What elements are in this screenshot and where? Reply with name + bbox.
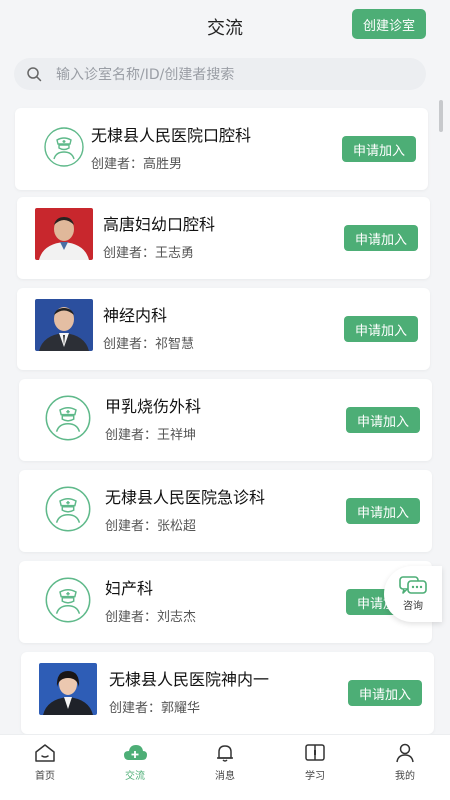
list-item[interactable]: 甲乳烧伤外科 创建者：王祥坤 申请加入 <box>19 379 432 461</box>
join-button[interactable]: 申请加入 <box>348 680 422 706</box>
header: 交流 创建诊室 <box>0 0 450 52</box>
creator-name: 刘志杰 <box>157 610 197 625</box>
tab-label: 交流 <box>125 771 145 782</box>
search-placeholder: 输入诊室名称/ID/创建者搜索 <box>56 67 235 83</box>
creator-name: 郭耀华 <box>161 701 201 716</box>
room-name: 妇产科 <box>105 579 154 598</box>
creator-prefix: 创建者： <box>105 610 158 625</box>
bottom-nav: 首页 交流 消息 学习 我的 <box>0 734 450 800</box>
room-creator: 创建者：王志勇 <box>103 242 194 261</box>
user-icon <box>396 743 414 763</box>
doctor-icon <box>35 121 93 173</box>
creator-prefix: 创建者： <box>103 337 156 352</box>
tab-label: 学习 <box>305 771 325 782</box>
search-input[interactable]: 输入诊室名称/ID/创建者搜索 <box>14 58 426 90</box>
list-item[interactable]: 妇产科 创建者：刘志杰 申请加入 <box>19 561 432 643</box>
tab-home[interactable]: 首页 <box>0 735 90 800</box>
tab-label: 首页 <box>35 771 55 782</box>
room-list[interactable]: 无棣县人民医院口腔科 创建者：高胜男 申请加入 高唐妇幼口腔科 创建者：王志勇 … <box>0 98 450 734</box>
create-room-button[interactable]: 创建诊室 <box>352 9 426 39</box>
room-name: 甲乳烧伤外科 <box>105 397 202 416</box>
creator-name: 高胜男 <box>143 157 183 172</box>
creator-name: 王志勇 <box>155 246 195 261</box>
tab-label: 消息 <box>215 771 235 782</box>
cloud-plus-icon <box>124 745 147 760</box>
join-button[interactable]: 申请加入 <box>346 407 420 433</box>
list-item[interactable]: 神经内科 创建者：祁智慧 申请加入 <box>17 288 430 370</box>
creator-photo <box>35 299 93 351</box>
creator-photo <box>39 663 97 715</box>
list-item[interactable]: 无棣县人民医院神内一 创建者：郭耀华 申请加入 <box>21 652 434 734</box>
room-creator: 创建者：祁智慧 <box>103 333 194 352</box>
room-creator: 创建者：高胜男 <box>91 153 182 172</box>
creator-prefix: 创建者： <box>105 428 158 443</box>
room-creator: 创建者：王祥坤 <box>105 424 196 443</box>
join-button[interactable]: 申请加入 <box>344 225 418 251</box>
room-creator: 创建者：郭耀华 <box>109 697 200 716</box>
tab-learning[interactable]: 学习 <box>270 735 360 800</box>
creator-prefix: 创建者： <box>103 246 156 261</box>
book-icon <box>305 744 325 761</box>
tab-exchange[interactable]: 交流 <box>90 735 180 800</box>
room-name: 无棣县人民医院神内一 <box>109 670 270 689</box>
creator-prefix: 创建者： <box>109 701 162 716</box>
room-name: 无棣县人民医院口腔科 <box>91 126 252 145</box>
consult-label: 咨询 <box>403 601 423 612</box>
creator-name: 张松超 <box>157 519 197 534</box>
join-button[interactable]: 申请加入 <box>346 498 420 524</box>
join-button[interactable]: 申请加入 <box>344 316 418 342</box>
creator-prefix: 创建者： <box>105 519 158 534</box>
chat-bubble-icon <box>399 576 427 594</box>
room-creator: 创建者：刘志杰 <box>105 606 196 625</box>
list-item[interactable]: 无棣县人民医院口腔科 创建者：高胜男 申请加入 <box>15 108 428 190</box>
doctor-icon <box>39 483 97 535</box>
tab-messages[interactable]: 消息 <box>180 735 270 800</box>
creator-prefix: 创建者： <box>91 157 144 172</box>
room-name: 无棣县人民医院急诊科 <box>105 488 266 507</box>
room-name: 神经内科 <box>103 306 168 325</box>
tab-profile[interactable]: 我的 <box>360 735 450 800</box>
room-creator: 创建者：张松超 <box>105 515 196 534</box>
creator-name: 祁智慧 <box>155 337 195 352</box>
search-icon <box>27 67 42 82</box>
creator-name: 王祥坤 <box>157 428 197 443</box>
tab-label: 我的 <box>395 771 415 782</box>
scrollbar[interactable] <box>439 100 443 132</box>
consult-button[interactable]: 咨询 <box>384 566 442 622</box>
list-item[interactable]: 无棣县人民医院急诊科 创建者：张松超 申请加入 <box>19 470 432 552</box>
list-item[interactable]: 高唐妇幼口腔科 创建者：王志勇 申请加入 <box>17 197 430 279</box>
bell-icon <box>217 745 233 762</box>
doctor-icon <box>39 574 97 626</box>
room-name: 高唐妇幼口腔科 <box>103 215 216 234</box>
creator-photo <box>35 208 93 260</box>
home-icon <box>35 744 55 762</box>
doctor-icon <box>39 392 97 444</box>
join-button[interactable]: 申请加入 <box>342 136 416 162</box>
